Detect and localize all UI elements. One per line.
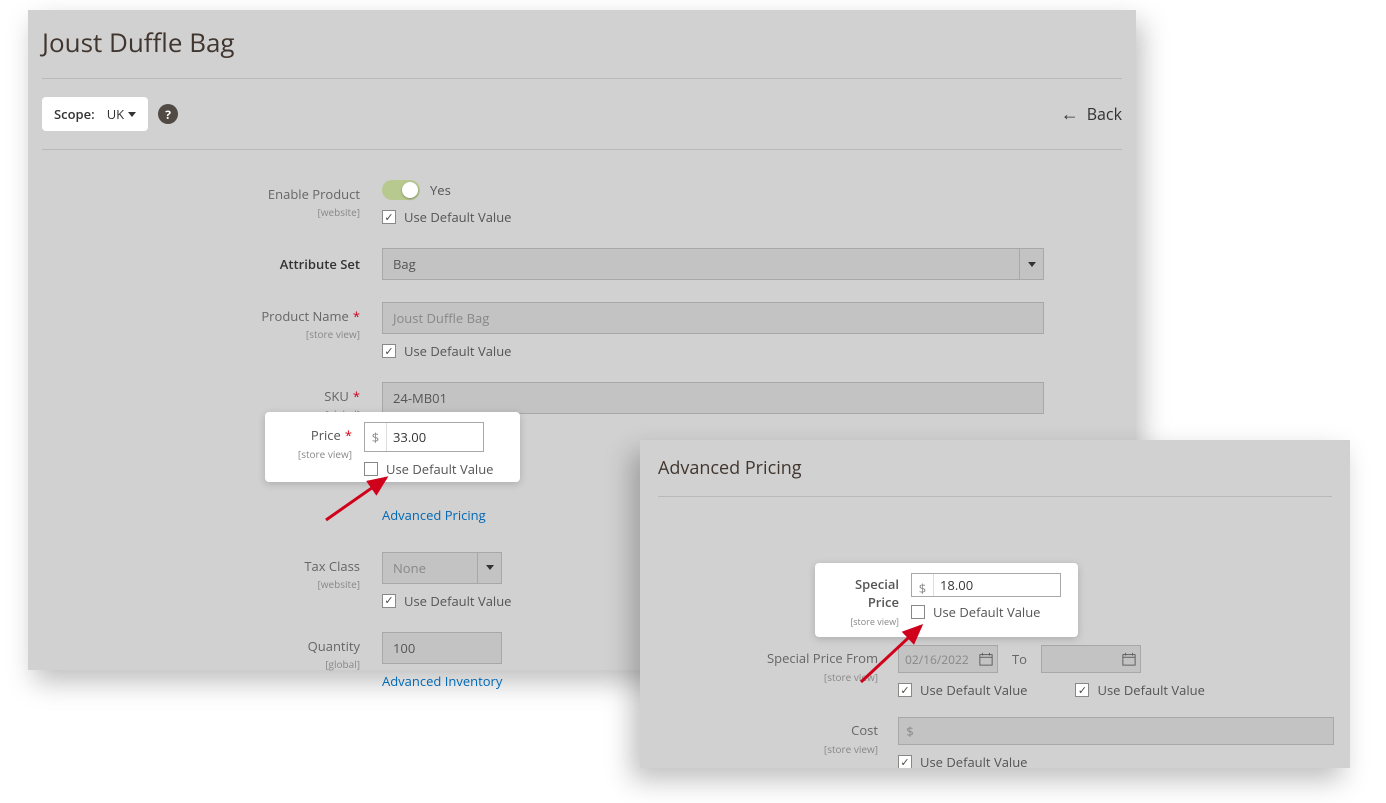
enable-label: Enable Product: [42, 186, 360, 203]
sp-value: 18.00: [934, 576, 1060, 594]
advanced-inventory-link[interactable]: Advanced Inventory: [382, 672, 502, 690]
help-icon[interactable]: ?: [158, 104, 178, 124]
price-scope: [store view]: [298, 447, 352, 461]
arrow-left-icon: [1061, 102, 1079, 126]
divider: [658, 496, 1332, 497]
tax-select[interactable]: None: [382, 552, 502, 584]
price-label: Price: [311, 426, 341, 444]
sp-to-date[interactable]: [1041, 645, 1141, 673]
currency-symbol: $: [365, 423, 387, 451]
enable-toggle-text: Yes: [430, 181, 451, 199]
name-label: Product Name: [261, 307, 348, 325]
sp-default-checkbox[interactable]: [911, 605, 925, 619]
tax-value: None: [383, 559, 477, 577]
use-default-label: Use Default Value: [920, 681, 1027, 699]
cost-input[interactable]: $: [898, 717, 1334, 745]
calendar-icon[interactable]: [1118, 646, 1140, 672]
required-icon: *: [353, 307, 360, 325]
required-icon: *: [345, 426, 352, 444]
chevron-down-icon: [1028, 262, 1036, 267]
cost-label: Cost: [640, 721, 878, 739]
currency-symbol: $: [899, 718, 921, 744]
qty-scope: [global]: [325, 657, 360, 671]
attr-set-value: Bag: [383, 255, 1019, 273]
sp-label: Special Price: [829, 575, 899, 611]
use-default-label: Use Default Value: [1097, 681, 1204, 699]
attr-set-select[interactable]: Bag: [382, 248, 1044, 280]
adv-title: Advanced Pricing: [640, 440, 1350, 496]
to-label: To: [1012, 650, 1027, 668]
annotation-arrow-icon: [855, 620, 935, 690]
sku-input[interactable]: 24-MB01: [382, 382, 1044, 414]
name-input[interactable]: Joust Duffle Bag: [382, 302, 1044, 334]
chevron-down-icon: [486, 565, 494, 570]
sp-to-default-checkbox[interactable]: [1075, 683, 1089, 697]
qty-input[interactable]: 100: [382, 632, 502, 664]
sp-input[interactable]: $ 18.00: [911, 573, 1061, 597]
use-default-label: Use Default Value: [386, 460, 493, 478]
back-label: Back: [1087, 103, 1122, 125]
price-input[interactable]: $ 33.00: [364, 422, 484, 452]
use-default-label: Use Default Value: [933, 603, 1040, 621]
scope-label: Scope:: [54, 105, 95, 123]
name-scope: [store view]: [306, 327, 360, 341]
chevron-down-icon: [128, 112, 136, 117]
currency-symbol: $: [912, 574, 934, 596]
tax-scope: [website]: [318, 577, 361, 591]
qty-label: Quantity: [42, 638, 360, 655]
attr-set-label: Attribute Set: [42, 256, 360, 273]
use-default-label: Use Default Value: [404, 592, 511, 610]
enable-scope: [website]: [318, 205, 361, 219]
use-default-label: Use Default Value: [404, 208, 511, 226]
price-value: 33.00: [387, 428, 483, 446]
enable-toggle[interactable]: [382, 180, 420, 200]
back-button[interactable]: Back: [1061, 102, 1122, 126]
sp-from-label: Special Price From: [640, 649, 878, 667]
name-default-checkbox[interactable]: [382, 344, 396, 358]
cost-default-checkbox[interactable]: [898, 755, 912, 768]
scope-value: UK: [107, 105, 124, 123]
calendar-icon[interactable]: [975, 646, 997, 672]
tax-default-checkbox[interactable]: [382, 594, 396, 608]
sku-label: SKU: [324, 387, 349, 405]
cost-scope: [store view]: [824, 742, 878, 756]
scope-selector[interactable]: Scope: UK: [42, 97, 148, 131]
annotation-arrow-icon: [320, 472, 400, 528]
use-default-label: Use Default Value: [920, 753, 1027, 768]
use-default-label: Use Default Value: [404, 342, 511, 360]
page-title: Joust Duffle Bag: [28, 10, 1136, 78]
enable-default-checkbox[interactable]: [382, 210, 396, 224]
required-icon: *: [353, 387, 360, 405]
tax-label: Tax Class: [42, 558, 360, 575]
